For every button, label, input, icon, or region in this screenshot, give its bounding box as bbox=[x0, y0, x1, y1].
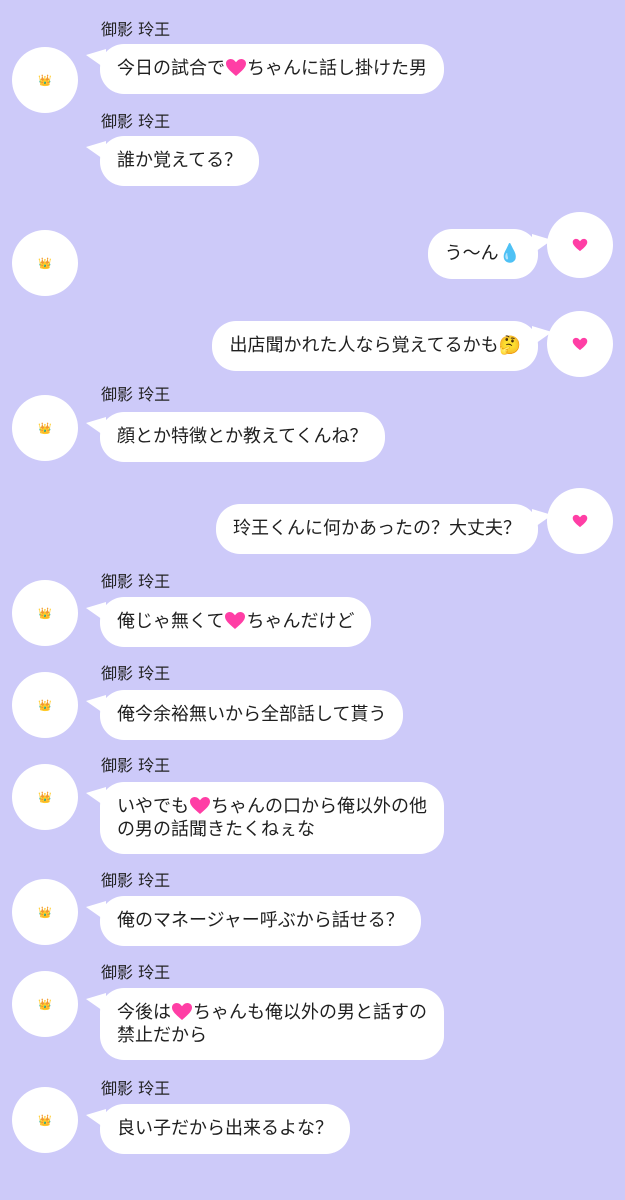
message-bubble[interactable]: 俺じゃ無くて ちゃんだけど bbox=[85, 597, 372, 647]
message-bubble[interactable]: いやでも ちゃんの口から俺以外の他 の男の話聞きたくねぇな bbox=[86, 782, 444, 854]
message-bubble[interactable]: 誰か覚えてる？ bbox=[85, 136, 260, 186]
heart-icon bbox=[572, 238, 588, 252]
crown-avatar-icon[interactable]: 👑 bbox=[12, 395, 78, 461]
sender-name: 御影 玲王 bbox=[101, 572, 171, 591]
message-bubble[interactable]: 今後は ちゃんも俺以外の男と話すの 禁止だから bbox=[86, 988, 444, 1060]
heart-icon bbox=[189, 796, 211, 817]
message-text: ちゃんも俺以外の男と話すの bbox=[193, 1002, 427, 1023]
message-bubble[interactable]: 顔とか特徴とか教えてくんね？ bbox=[86, 412, 385, 462]
crown-avatar-icon[interactable]: 👑 bbox=[12, 879, 78, 945]
message-bubble[interactable]: 俺のマネージャー呼ぶから話せる？ bbox=[86, 896, 421, 946]
droplet-icon: 💧 bbox=[498, 243, 521, 264]
message-text: 顔とか特徴とか教えてくんね？ bbox=[117, 426, 368, 447]
sender-name: 御影 玲王 bbox=[101, 20, 171, 39]
heart-avatar-icon[interactable] bbox=[547, 488, 613, 554]
crown-avatar-icon[interactable]: 👑 bbox=[12, 580, 78, 646]
message-text: 俺じゃ無くて bbox=[117, 611, 225, 632]
crown-avatar-icon[interactable]: 👑 bbox=[12, 764, 78, 830]
message-text: 今日の試合で bbox=[117, 58, 225, 79]
sender-name: 御影 玲王 bbox=[101, 756, 171, 775]
message-text: 禁止だから bbox=[117, 1025, 207, 1046]
message-text: ちゃんの口から俺以外の他 bbox=[211, 796, 427, 817]
message-text: 俺のマネージャー呼ぶから話せる？ bbox=[117, 910, 404, 931]
message-bubble[interactable]: う〜ん💧 bbox=[427, 229, 553, 279]
message-text: 出店聞かれた人なら覚えてるかも bbox=[229, 335, 499, 356]
message-text: ちゃんだけど bbox=[246, 611, 355, 632]
message-text: 今後は bbox=[117, 1002, 171, 1023]
message-text: う〜ん bbox=[444, 243, 499, 264]
crown-avatar-icon[interactable]: 👑 bbox=[12, 1087, 78, 1153]
heart-icon bbox=[224, 611, 246, 632]
chat-log: 👑 御影 玲王 今日の試合で ちゃんに話し掛けた男 👑 御影 玲王 誰か覚えてる？ う〜ん💧 出… bbox=[0, 0, 625, 1200]
message-text: ちゃんに話し掛けた男 bbox=[247, 58, 427, 79]
message-text: 良い子だから出来るよな？ bbox=[117, 1118, 333, 1139]
message-bubble[interactable]: 玲王くんに何かあったの？大丈夫？ bbox=[216, 504, 552, 554]
heart-avatar-icon[interactable] bbox=[547, 212, 613, 278]
message-text: 俺今余裕無いから全部話して貰う bbox=[117, 704, 387, 725]
thinking-face-icon: 🤔 bbox=[498, 335, 521, 356]
sender-name: 御影 玲王 bbox=[101, 664, 171, 683]
sender-name: 御影 玲王 bbox=[101, 112, 171, 131]
message-text: 誰か覚えてる？ bbox=[117, 150, 243, 171]
sender-name: 御影 玲王 bbox=[101, 871, 171, 890]
sender-name: 御影 玲王 bbox=[101, 385, 171, 404]
message-bubble[interactable]: 俺今余裕無いから全部話して貰う bbox=[85, 690, 404, 740]
message-text: いやでも bbox=[117, 796, 189, 817]
heart-icon bbox=[572, 514, 588, 528]
message-text: の男の話聞きたくねぇな bbox=[117, 819, 315, 840]
sender-name: 御影 玲王 bbox=[101, 963, 171, 982]
crown-avatar-icon[interactable]: 👑 bbox=[12, 230, 78, 296]
heart-icon bbox=[171, 1002, 193, 1023]
heart-icon bbox=[225, 58, 247, 79]
heart-icon bbox=[572, 337, 588, 351]
crown-avatar-icon[interactable]: 👑 bbox=[12, 971, 78, 1037]
message-bubble[interactable]: 出店聞かれた人なら覚えてるかも🤔 bbox=[212, 321, 552, 371]
message-bubble[interactable]: 今日の試合で ちゃんに話し掛けた男 bbox=[86, 44, 444, 94]
crown-avatar-icon[interactable]: 👑 bbox=[12, 47, 78, 113]
message-text: 玲王くんに何かあったの？大丈夫？ bbox=[233, 518, 521, 539]
message-bubble[interactable]: 良い子だから出来るよな？ bbox=[86, 1104, 350, 1154]
crown-avatar-icon[interactable]: 👑 bbox=[12, 672, 78, 738]
heart-avatar-icon[interactable] bbox=[547, 311, 613, 377]
sender-name: 御影 玲王 bbox=[101, 1079, 171, 1098]
